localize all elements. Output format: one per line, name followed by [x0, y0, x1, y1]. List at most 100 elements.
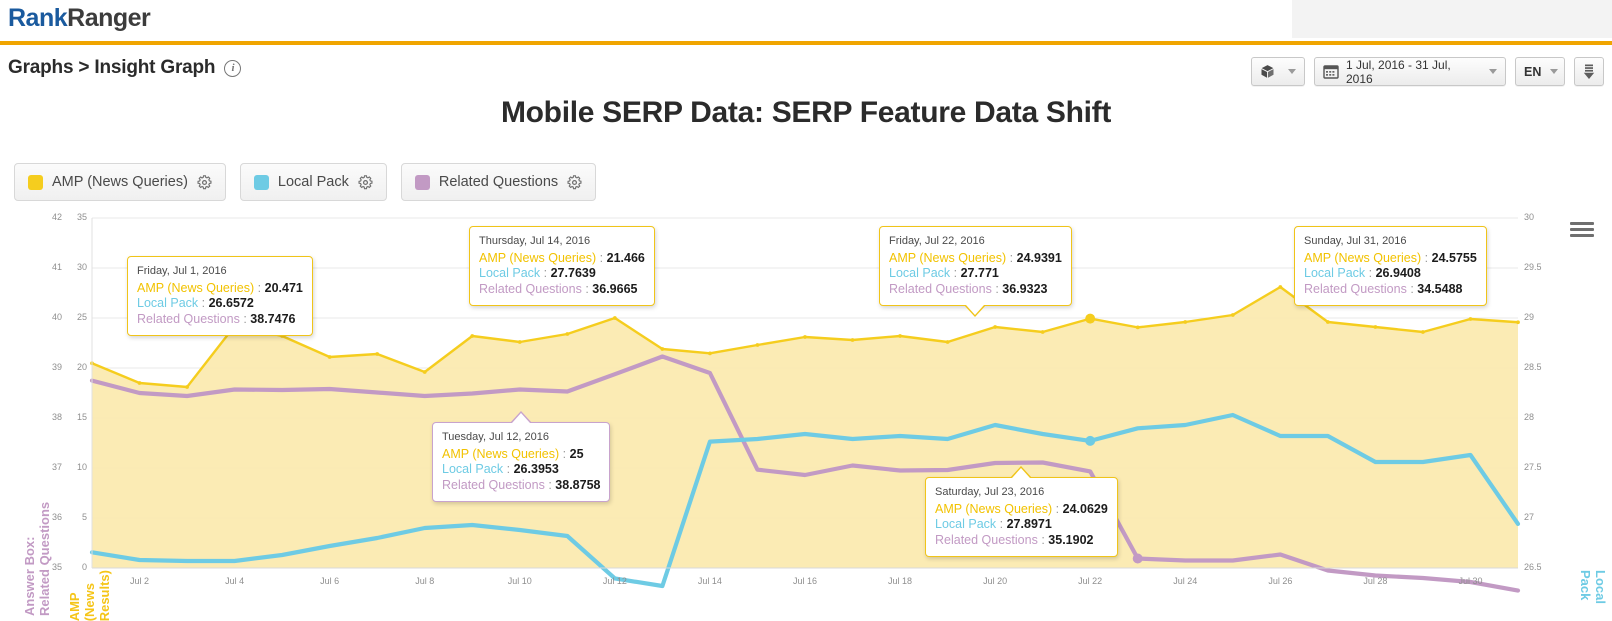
chart-tooltip: Friday, Jul 1, 2016AMP (News Queries) : …: [127, 256, 313, 336]
insight-graph-page: RankRanger Graphs > Insight Graph i 1 J: [0, 0, 1612, 616]
axis-tick: 30: [67, 262, 87, 272]
axis-tick: 27: [1524, 512, 1554, 522]
chart-tooltip: Sunday, Jul 31, 2016AMP (News Queries) :…: [1294, 226, 1487, 306]
chart-tooltip: Tuesday, Jul 12, 2016AMP (News Queries) …: [432, 422, 610, 502]
legend-swatch-related-questions: [415, 175, 430, 190]
axis-tick-x: Jul 14: [687, 576, 733, 586]
header-controls: 1 Jul, 2016 - 31 Jul, 2016 EN: [1251, 57, 1604, 86]
legend-swatch-amp: [28, 175, 43, 190]
date-range-label: 1 Jul, 2016 - 31 Jul, 2016: [1346, 58, 1480, 86]
legend-label-related-questions: Related Questions: [439, 174, 558, 190]
tooltip-pointer: [510, 411, 532, 423]
legend-item-amp[interactable]: AMP (News Queries): [14, 163, 226, 201]
tooltip-row-related-questions: Related Questions : 35.1902: [935, 533, 1108, 549]
tooltip-row-local-pack: Local Pack : 26.6572: [137, 296, 303, 312]
legend-label-amp: AMP (News Queries): [52, 174, 188, 190]
tooltip-row-related-questions: Related Questions : 38.7476: [137, 312, 303, 328]
top-bar: RankRanger: [0, 0, 1612, 41]
info-icon[interactable]: i: [224, 60, 241, 77]
breadcrumb-separator: >: [78, 57, 89, 78]
tooltip-row-amp: AMP (News Queries) : 24.0629: [935, 502, 1108, 518]
chart-legend: AMP (News Queries) Local Pack Related Qu…: [14, 163, 596, 201]
breadcrumb: Graphs > Insight Graph i: [8, 57, 241, 79]
chart-title: Mobile SERP Data: SERP Feature Data Shif…: [0, 96, 1612, 130]
chart-tooltip: Thursday, Jul 14, 2016AMP (News Queries)…: [469, 226, 655, 306]
axis-tick: 15: [67, 412, 87, 422]
chevron-down-icon: [1288, 69, 1296, 74]
date-range-selector[interactable]: 1 Jul, 2016 - 31 Jul, 2016: [1314, 57, 1506, 86]
axis-tick: 42: [40, 212, 62, 222]
axis-tick-x: Jul 4: [212, 576, 258, 586]
language-label: EN: [1524, 65, 1541, 79]
tooltip-date: Tuesday, Jul 12, 2016: [442, 430, 600, 446]
chart-tooltip: Saturday, Jul 23, 2016AMP (News Queries)…: [925, 477, 1118, 557]
top-search-area[interactable]: [1292, 0, 1612, 38]
cube-icon: [1260, 64, 1275, 79]
axis-tick-x: Jul 16: [782, 576, 828, 586]
axis-tick-x: Jul 12: [592, 576, 638, 586]
axis-tick-x: Jul 30: [1447, 576, 1493, 586]
axis-tick-x: Jul 18: [877, 576, 923, 586]
tooltip-date: Friday, Jul 1, 2016: [137, 264, 303, 280]
gear-icon[interactable]: [567, 175, 582, 190]
breadcrumb-current: Insight Graph: [94, 57, 215, 78]
axis-tick-x: Jul 6: [307, 576, 353, 586]
axis-tick-x: Jul 24: [1162, 576, 1208, 586]
axis-tick-x: Jul 8: [402, 576, 448, 586]
axis-tick: 29.5: [1524, 262, 1554, 272]
axis-title-amp: AMP (News Results): [67, 570, 112, 621]
legend-swatch-local-pack: [254, 175, 269, 190]
calendar-icon: [1323, 64, 1339, 79]
axis-tick: 0: [67, 562, 87, 572]
legend-item-local-pack[interactable]: Local Pack: [240, 163, 387, 201]
tooltip-date: Saturday, Jul 23, 2016: [935, 485, 1108, 501]
axis-tick: 29: [1524, 312, 1554, 322]
chevron-down-icon: [1489, 69, 1497, 74]
tooltip-row-local-pack: Local Pack : 27.771: [889, 266, 1062, 282]
axis-tick: 25: [67, 312, 87, 322]
download-icon: [1581, 63, 1597, 80]
tooltip-row-related-questions: Related Questions : 36.9665: [479, 282, 645, 298]
download-button[interactable]: [1574, 57, 1604, 86]
axis-tick: 27.5: [1524, 462, 1554, 472]
tooltip-date: Friday, Jul 22, 2016: [889, 234, 1062, 250]
axis-tick: 36: [40, 512, 62, 522]
gear-icon[interactable]: [358, 175, 373, 190]
package-selector-button[interactable]: [1251, 57, 1305, 86]
axis-tick: 28.5: [1524, 362, 1554, 372]
tooltip-date: Sunday, Jul 31, 2016: [1304, 234, 1477, 250]
chevron-down-icon: [1550, 69, 1558, 74]
gear-icon[interactable]: [197, 175, 212, 190]
legend-item-related-questions[interactable]: Related Questions: [401, 163, 596, 201]
axis-tick-x: Jul 2: [117, 576, 163, 586]
tooltip-pointer: [964, 305, 986, 317]
axis-tick-x: Jul 10: [497, 576, 543, 586]
breadcrumb-root[interactable]: Graphs: [8, 57, 73, 78]
chart-tooltip: Friday, Jul 22, 2016AMP (News Queries) :…: [879, 226, 1072, 306]
tooltip-row-amp: AMP (News Queries) : 24.5755: [1304, 251, 1477, 267]
axis-tick: 40: [40, 312, 62, 322]
axis-tick: 20: [67, 362, 87, 372]
axis-tick: 5: [67, 512, 87, 522]
axis-tick-x: Jul 26: [1257, 576, 1303, 586]
hamburger-menu-icon[interactable]: [1570, 222, 1594, 240]
axis-tick-x: Jul 22: [1067, 576, 1113, 586]
tooltip-row-related-questions: Related Questions : 38.8758: [442, 478, 600, 494]
axis-tick: 39: [40, 362, 62, 372]
tooltip-row-local-pack: Local Pack : 26.3953: [442, 462, 600, 478]
rankranger-logo[interactable]: RankRanger: [8, 4, 150, 33]
tooltip-date: Thursday, Jul 14, 2016: [479, 234, 645, 250]
axis-title-local-pack: Local Pack: [1578, 570, 1608, 616]
logo-ranger: Ranger: [67, 4, 150, 32]
legend-label-local-pack: Local Pack: [278, 174, 349, 190]
axis-tick: 30: [1524, 212, 1554, 222]
axis-tick: 26.5: [1524, 562, 1554, 572]
axis-tick-x: Jul 20: [972, 576, 1018, 586]
tooltip-row-local-pack: Local Pack : 26.9408: [1304, 266, 1477, 282]
language-selector[interactable]: EN: [1515, 57, 1565, 86]
axis-tick: 38: [40, 412, 62, 422]
axis-tick: 28: [1524, 412, 1554, 422]
tooltip-row-amp: AMP (News Queries) : 24.9391: [889, 251, 1062, 267]
tooltip-row-local-pack: Local Pack : 27.7639: [479, 266, 645, 282]
tooltip-pointer: [1010, 466, 1032, 478]
